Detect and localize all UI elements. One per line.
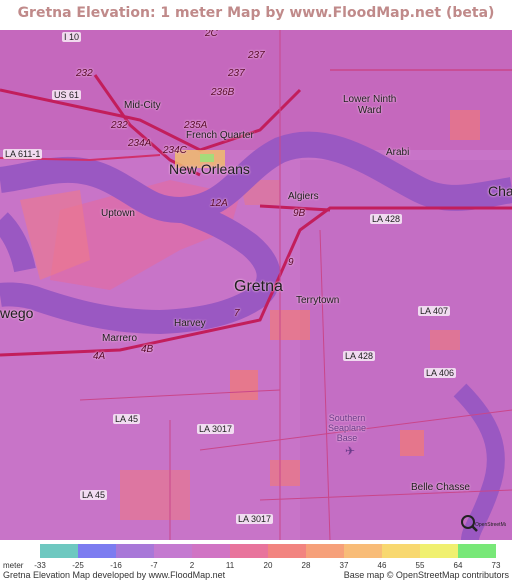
map-label-la428b: LA 428 [343,351,376,361]
footer-credit: Gretna Elevation Map developed by www.Fl… [3,570,226,580]
legend-swatch [192,544,230,558]
legend-tick-label: 20 [263,561,273,570]
map-label-uptown: Uptown [101,208,135,219]
map-label-la3017b: LA 3017 [236,514,274,524]
map-label-12a: 12A [210,198,228,209]
map-label-la3017a: LA 3017 [197,424,235,434]
legend-swatch [382,544,420,558]
legend-swatch [458,544,496,558]
map-label-new-orleans: New Orleans [169,161,250,177]
map-label-us61: US 61 [52,90,82,100]
legend-swatch [420,544,458,558]
map-label-la407: LA 407 [418,306,451,316]
legend-swatch [306,544,344,558]
legend-tick-label: 28 [301,561,311,570]
map-label-234c: 234C [163,145,187,156]
legend-tick-label: -16 [110,561,122,570]
legend-tick-label: 46 [377,561,387,570]
map-label-la45a: LA 45 [113,414,141,424]
map-label-marrero: Marrero [102,333,138,344]
map-label-french-quarter: French Quarter [186,130,254,141]
map-label-gretna: Gretna [234,278,283,295]
map-label-harvey: Harvey [174,318,206,329]
legend-unit: meter [3,561,24,570]
legend-tick-label: 2 [189,561,195,570]
svg-text:✈: ✈ [345,444,355,458]
elevation-legend: meter -33 -25 -16 -7 2 11 20 28 37 46 55 64 73 Gretn… [0,540,512,582]
legend-swatch [344,544,382,558]
map-label-southern-seaplane-base: Southern Seaplane Base [328,413,367,443]
map-label-9: 9 [288,257,294,268]
map-label-234a: 234A [128,138,152,149]
map-label-la406: LA 406 [424,368,457,378]
legend-swatch [78,544,116,558]
map-label-belle-chasse: Belle Chasse [411,482,470,493]
legend-swatch [268,544,306,558]
map-label-arabi: Arabi [386,147,410,158]
legend-tick-label: 11 [225,561,235,570]
legend-tick-label: -25 [72,561,84,570]
legend-tick-label: -7 [150,561,158,570]
legend-tick-label: 73 [491,561,501,570]
map-label-algiers: Algiers [288,191,319,202]
map-label-237a: 237 [248,50,265,61]
map-label-4b: 4B [141,344,154,355]
map-label-236b: 236B [211,87,235,98]
legend-swatch [230,544,268,558]
legend-tick-label: 64 [453,561,463,570]
legend-tick-label: -33 [34,561,46,570]
map-label-la428a: LA 428 [370,214,403,224]
map-label-9b: 9B [293,208,306,219]
title-bar: Gretna Elevation: 1 meter Map by www.Flo… [0,0,512,30]
map-label-wego: wego [0,305,34,321]
map-label-237b: 237 [228,68,245,79]
map-label-la45b: LA 45 [80,490,108,500]
map-label-la611: LA 611-1 [3,149,43,159]
footer-attribution: Base map © OpenStreetMap contributors [343,570,509,580]
legend-tick-label: 55 [415,561,425,570]
legend-swatch [116,544,154,558]
map-label-4a: 4A [93,351,106,362]
map-label-i10: I 10 [62,32,82,42]
svg-text:OpenStreetMap: OpenStreetMap [475,522,506,528]
map-label-lower-ninth-ward: Lower Ninth Ward [343,94,397,116]
map-label-midcity: Mid-City [124,100,161,111]
openstreetmap-logo-icon: OpenStreetMap [461,515,506,532]
legend-swatch [40,544,78,558]
page-title: Gretna Elevation: 1 meter Map by www.Flo… [17,5,495,21]
elevation-map[interactable]: ✈ I 10 2C 237 232 237 US 61 Mid-City 236… [0,30,512,540]
map-label-cha: Cha [488,183,512,199]
map-label-terrytown: Terrytown [296,295,340,306]
map-label-232b: 232 [111,120,128,131]
legend-tick-label: 37 [339,561,349,570]
map-label-7: 7 [234,308,240,319]
map-label-2c: 2C [205,30,218,39]
legend-swatch [154,544,192,558]
map-label-232a: 232 [76,68,93,79]
